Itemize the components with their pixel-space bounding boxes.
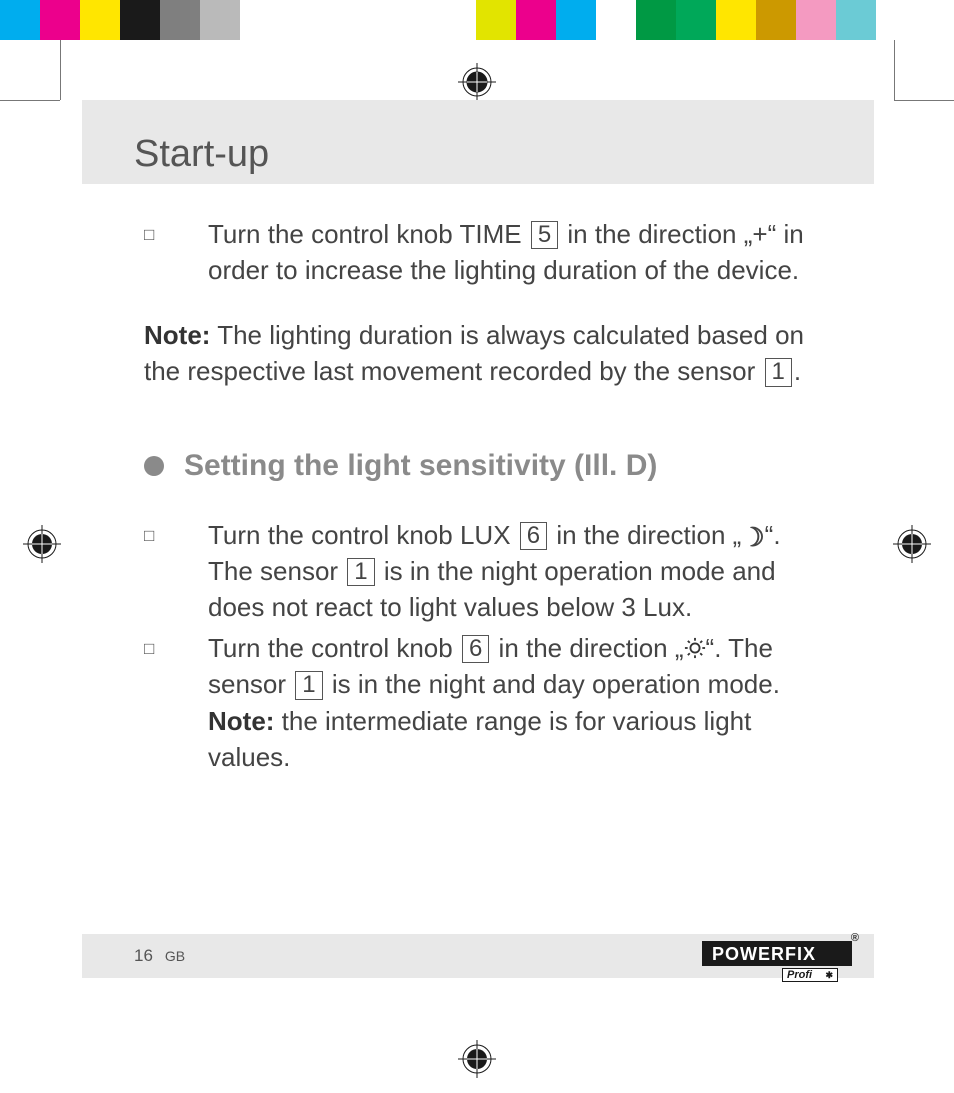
color-swatch: [280, 0, 476, 40]
sun-icon: [684, 633, 706, 663]
text: Turn the control knob TIME: [208, 219, 529, 249]
note-label: Note:: [208, 706, 274, 736]
color-swatch: [120, 0, 160, 40]
page-title: Start-up: [134, 133, 269, 176]
bullet-square-icon: □: [144, 630, 208, 776]
list-item: □ Turn the control knob TIME 5 in the di…: [144, 216, 812, 289]
bullet-dot-icon: [144, 456, 164, 476]
color-swatch: [476, 0, 516, 40]
color-swatch: [160, 0, 200, 40]
text: is in the night and day operation mode.: [325, 669, 780, 699]
color-swatch: [596, 0, 636, 40]
print-color-strip: [0, 0, 954, 40]
registered-icon: ®: [851, 932, 860, 944]
color-swatch: [676, 0, 716, 40]
color-swatch: [200, 0, 240, 40]
color-swatch: [240, 0, 280, 40]
color-swatch: [556, 0, 596, 40]
crop-rule: [60, 40, 61, 100]
registration-mark-icon: [458, 1040, 496, 1078]
color-swatch: [796, 0, 836, 40]
registration-mark-icon: [23, 525, 61, 563]
manual-page: Start-up □ Turn the control knob TIME 5 …: [82, 100, 874, 779]
bullet-square-icon: □: [144, 517, 208, 626]
reference-number: 6: [462, 635, 489, 663]
crop-rule: [894, 40, 895, 100]
reference-number: 1: [295, 671, 322, 699]
crop-rule: [894, 100, 954, 101]
page-footer: 16 GB POWERFIX ® Profi ✱: [82, 934, 874, 978]
text: in the direction „: [549, 520, 741, 550]
subsection-header: Setting the light sensitivity (Ill. D): [144, 445, 812, 487]
text: Turn the control knob LUX: [208, 520, 518, 550]
reference-number: 1: [347, 558, 374, 586]
note-label: Note:: [144, 320, 210, 350]
text: the intermediate range is for various li…: [208, 706, 751, 772]
page-content: □ Turn the control knob TIME 5 in the di…: [82, 184, 874, 775]
reference-number: 6: [520, 522, 547, 550]
note-paragraph: Note: The lighting duration is always ca…: [144, 317, 812, 390]
section-header-bar: Start-up: [82, 100, 874, 184]
brand-name: POWERFIX: [712, 944, 816, 964]
reference-number: 5: [531, 221, 558, 249]
list-item: □ Turn the control knob LUX 6 in the dir…: [144, 517, 812, 626]
color-swatch: [756, 0, 796, 40]
subsection-title: Setting the light sensitivity (Ill. D): [184, 445, 657, 487]
list-item-text: Turn the control knob 6 in the direction…: [208, 630, 812, 776]
registration-mark-icon: [893, 525, 931, 563]
brand-subtitle: Profi: [787, 969, 812, 981]
list-item-text: Turn the control knob TIME 5 in the dire…: [208, 216, 812, 289]
text: in the direction „: [491, 633, 683, 663]
text: .: [794, 356, 801, 386]
text: Turn the control knob: [208, 633, 460, 663]
list-item: □ Turn the control knob 6 in the directi…: [144, 630, 812, 776]
moon-icon: ☽: [741, 519, 764, 555]
color-swatch: [636, 0, 676, 40]
crop-rule: [0, 100, 60, 101]
page-number: 16: [134, 946, 153, 966]
registration-mark-icon: [458, 63, 496, 101]
color-swatch: [80, 0, 120, 40]
list-item-text: Turn the control knob LUX 6 in the direc…: [208, 517, 812, 626]
color-swatch: [0, 0, 40, 40]
language-code: GB: [165, 948, 185, 964]
gear-icon: ✱: [825, 970, 833, 981]
color-swatch: [836, 0, 876, 40]
bullet-square-icon: □: [144, 216, 208, 289]
color-swatch: [716, 0, 756, 40]
reference-number: 1: [765, 358, 792, 386]
text: The lighting duration is always calculat…: [144, 320, 804, 386]
color-swatch: [40, 0, 80, 40]
brand-logo: POWERFIX ® Profi ✱: [702, 941, 852, 971]
color-swatch: [876, 0, 914, 40]
color-swatch: [516, 0, 556, 40]
